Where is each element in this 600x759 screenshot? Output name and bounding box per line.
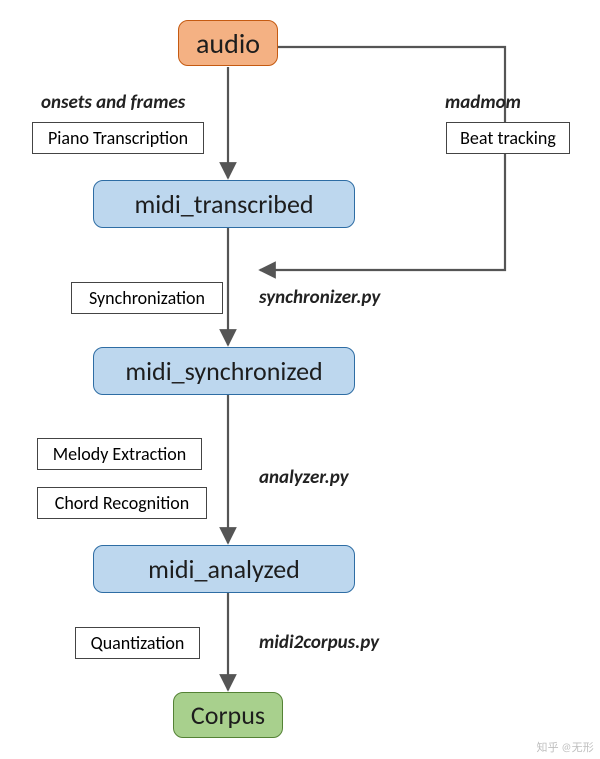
watermark: 知乎 @无形 bbox=[536, 739, 594, 755]
node-corpus: Corpus bbox=[173, 692, 283, 738]
node-midi-analyzed: midi_analyzed bbox=[93, 545, 355, 593]
step-synchronization: Synchronization bbox=[71, 282, 223, 314]
label-analyzer-py: analyzer.py bbox=[259, 466, 349, 489]
step-melody-extraction: Melody Extraction bbox=[37, 438, 202, 470]
node-midi-synchronized: midi_synchronized bbox=[93, 347, 355, 395]
label-synchronizer-py: synchronizer.py bbox=[259, 286, 380, 309]
node-audio: audio bbox=[178, 20, 278, 66]
label-midi2corpus-py: midi2corpus.py bbox=[259, 631, 379, 654]
step-chord-recognition: Chord Recognition bbox=[37, 487, 207, 519]
diagram-stage: audio midi_transcribed midi_synchronized… bbox=[0, 0, 600, 759]
label-madmom: madmom bbox=[445, 91, 521, 114]
label-onsets-and-frames: onsets and frames bbox=[41, 91, 185, 114]
node-midi-transcribed: midi_transcribed bbox=[93, 180, 355, 228]
step-piano-transcription: Piano Transcription bbox=[32, 122, 204, 154]
step-quantization: Quantization bbox=[75, 627, 200, 659]
step-beat-tracking: Beat tracking bbox=[446, 122, 570, 154]
